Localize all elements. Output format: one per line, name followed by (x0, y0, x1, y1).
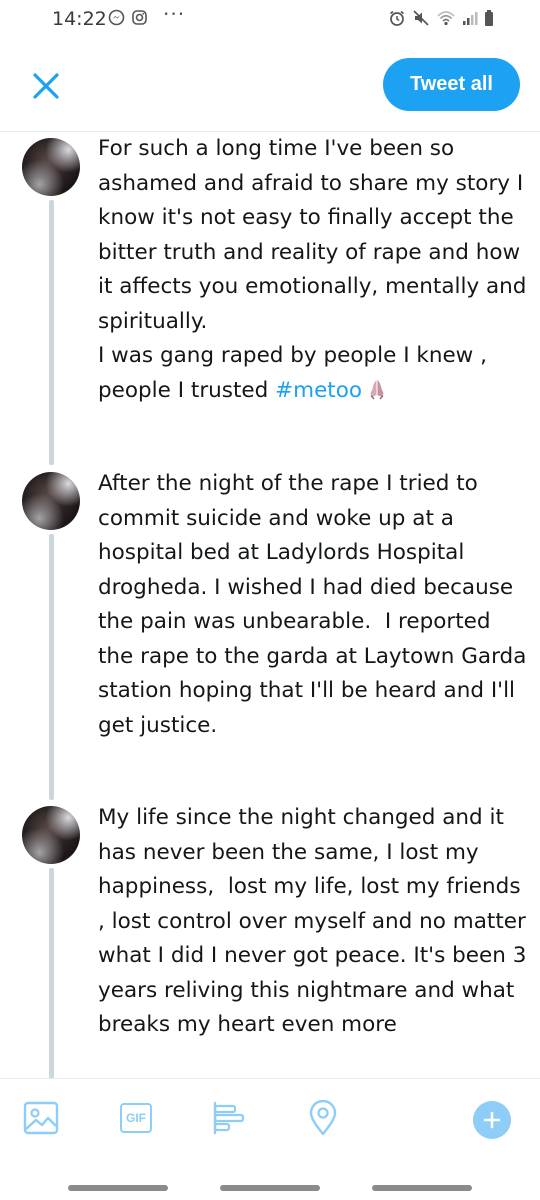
image-icon (23, 1101, 59, 1135)
add-poll-button[interactable] (208, 1097, 250, 1139)
signal-icon (462, 9, 478, 31)
tweet-text-input[interactable]: After the night of the rape I tried to c… (98, 467, 528, 743)
status-time: 14:22 (52, 8, 107, 30)
hashtag-link[interactable]: #metoo (275, 378, 362, 403)
system-icons (388, 9, 494, 31)
messenger-icon (108, 9, 125, 30)
notification-icons (108, 9, 148, 30)
home-button[interactable] (220, 1185, 320, 1191)
close-button[interactable] (26, 66, 66, 106)
recent-apps-button[interactable] (68, 1185, 168, 1191)
close-icon (33, 73, 59, 99)
instagram-icon (131, 9, 148, 30)
thread-connector (49, 534, 54, 800)
add-tweet-button[interactable] (473, 1101, 511, 1139)
tweet-all-button[interactable]: Tweet all (383, 58, 520, 111)
navigation-bar (0, 1160, 540, 1200)
thread-connector (49, 868, 54, 1078)
alarm-icon (388, 9, 406, 31)
location-icon (309, 1100, 337, 1136)
mute-icon (412, 9, 430, 31)
poll-icon (213, 1101, 245, 1135)
avatar (22, 138, 80, 196)
status-bar: 14:22 ··· (0, 0, 540, 40)
thread-composer: For such a long time I've been so ashame… (0, 132, 540, 1078)
compose-toolbar: GIF (0, 1078, 540, 1161)
add-image-button[interactable] (20, 1097, 62, 1139)
tweet-text: For such a long time I've been so ashame… (98, 136, 527, 403)
more-notifications-icon: ··· (163, 2, 186, 26)
tweet-text-input[interactable]: My life since the night changed and it h… (98, 801, 528, 1043)
tweet-text: My life since the night changed and it h… (98, 805, 534, 1037)
add-location-button[interactable] (302, 1097, 344, 1139)
back-button[interactable] (372, 1185, 472, 1191)
wifi-icon (436, 9, 456, 31)
gif-label: GIF (126, 1111, 146, 1125)
praying-hands-emoji (366, 377, 388, 399)
avatar (22, 806, 80, 864)
tweet-text: After the night of the rape I tried to c… (98, 471, 534, 738)
tweet-text-input[interactable]: For such a long time I've been so ashame… (98, 132, 528, 408)
plus-icon (483, 1111, 501, 1129)
compose-thread-screen: 14:22 ··· Tweet all For such a long time… (0, 0, 540, 1200)
thread-connector (49, 200, 54, 465)
add-gif-button[interactable]: GIF (115, 1097, 157, 1139)
compose-header: Tweet all (0, 40, 540, 132)
gif-icon: GIF (120, 1103, 152, 1133)
avatar (22, 472, 80, 530)
battery-icon (484, 9, 494, 31)
